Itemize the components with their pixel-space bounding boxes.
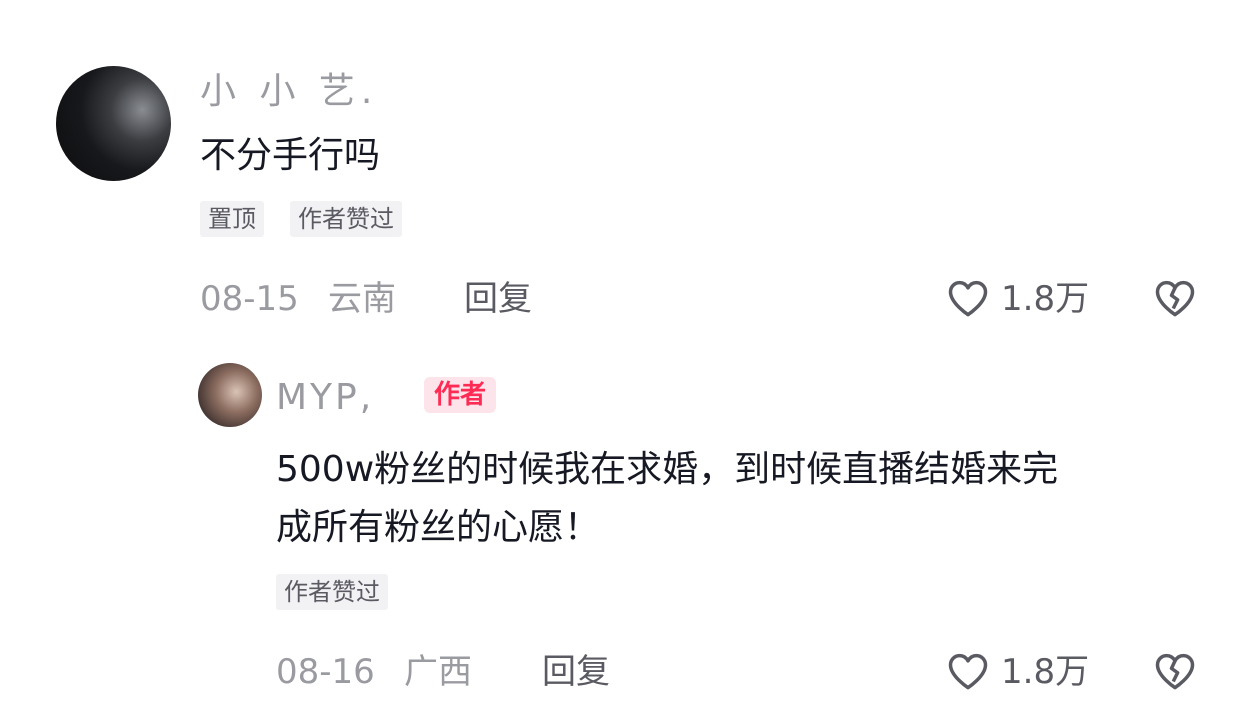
like-count: 1.8万 bbox=[1001, 652, 1090, 692]
avatar[interactable] bbox=[56, 66, 171, 181]
reply-username[interactable]: MYP, bbox=[276, 380, 374, 416]
reply-button[interactable]: 回复 bbox=[542, 655, 610, 689]
reply-text-line1: 500w粉丝的时候我在求婚，到时候直播结婚来完 bbox=[276, 449, 1059, 490]
comment-text: 不分手行吗 bbox=[200, 135, 381, 176]
like-count: 1.8万 bbox=[1001, 279, 1090, 319]
comment-date: 08-15 bbox=[200, 279, 299, 319]
reply-button[interactable]: 回复 bbox=[464, 282, 532, 316]
author-badge: 作者 bbox=[424, 377, 497, 413]
pinned-tag: 置顶 bbox=[200, 201, 264, 237]
comment-location: 云南 bbox=[328, 279, 396, 319]
broken-heart-icon[interactable] bbox=[1154, 651, 1196, 691]
reply-text-line2: 成所有粉丝的心愿！ bbox=[276, 507, 601, 548]
broken-heart-icon[interactable] bbox=[1154, 278, 1196, 318]
heart-outline-icon[interactable] bbox=[947, 278, 989, 318]
reply-date: 08-16 bbox=[276, 652, 375, 692]
author-liked-tag: 作者赞过 bbox=[276, 574, 388, 610]
comment-username[interactable]: 小 小 艺. bbox=[200, 74, 378, 110]
heart-outline-icon[interactable] bbox=[947, 651, 989, 691]
author-liked-tag: 作者赞过 bbox=[290, 201, 402, 237]
reply-avatar[interactable] bbox=[198, 363, 262, 427]
reply-location: 广西 bbox=[404, 652, 472, 692]
